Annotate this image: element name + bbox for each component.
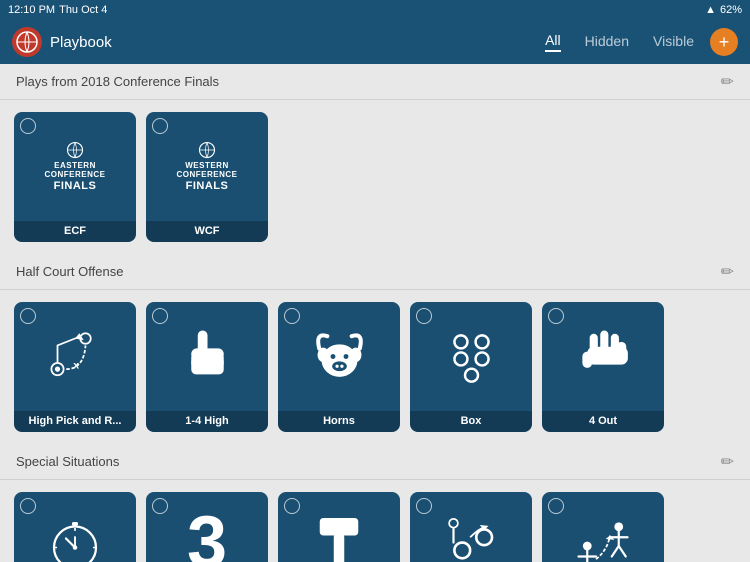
status-left: 12:10 PM Thu Oct 4 xyxy=(8,4,107,16)
status-bar: 12:10 PM Thu Oct 4 ▲ 62% xyxy=(0,0,750,20)
card-clock-checkbox[interactable] xyxy=(20,498,36,514)
nav-bar: Playbook All Hidden Visible + xyxy=(0,20,750,64)
card-4-out[interactable]: 4 Out xyxy=(542,302,664,432)
section-conference-finals-edit-icon[interactable]: ✏ xyxy=(721,72,734,92)
tab-visible[interactable]: Visible xyxy=(653,33,694,51)
content-area: Plays from 2018 Conference Finals ✏ EAST… xyxy=(0,64,750,562)
card-clock[interactable]: Last Second xyxy=(14,492,136,562)
card-1-4-high-checkbox[interactable] xyxy=(152,308,168,324)
section-half-court-title: Half Court Offense xyxy=(16,264,123,279)
status-date: Thu Oct 4 xyxy=(59,4,107,16)
card-1-4-high[interactable]: 1-4 High xyxy=(146,302,268,432)
signal-strength: 62% xyxy=(720,4,742,16)
card-oplay-checkbox[interactable] xyxy=(416,498,432,514)
card-1-4-high-label: 1-4 High xyxy=(146,411,268,432)
section-special-title: Special Situations xyxy=(16,454,119,469)
section-conference-finals-title: Plays from 2018 Conference Finals xyxy=(16,74,219,89)
card-oplay[interactable]: O-Play xyxy=(410,492,532,562)
tab-hidden[interactable]: Hidden xyxy=(585,33,629,51)
status-time: 12:10 PM xyxy=(8,4,55,16)
special-situations-cards: Last Second 3 3 T-Play xyxy=(0,480,750,562)
card-xplay[interactable]: X-Play xyxy=(542,492,664,562)
card-ecf-checkbox[interactable] xyxy=(20,118,36,134)
card-horns-checkbox[interactable] xyxy=(284,308,300,324)
card-tplay[interactable]: T-Play xyxy=(278,492,400,562)
wifi-icon: ▲ xyxy=(705,4,716,16)
card-xplay-checkbox[interactable] xyxy=(548,498,564,514)
section-half-court-header: Half Court Offense ✏ xyxy=(0,254,750,290)
card-box[interactable]: Box xyxy=(410,302,532,432)
app-logo xyxy=(12,27,42,57)
section-special-header: Special Situations ✏ xyxy=(0,444,750,480)
status-right: ▲ 62% xyxy=(705,4,742,16)
card-ecf-label: ECF xyxy=(14,221,136,242)
card-4-out-checkbox[interactable] xyxy=(548,308,564,324)
section-half-court-edit-icon[interactable]: ✏ xyxy=(721,262,734,282)
card-4-out-label: 4 Out xyxy=(542,411,664,432)
card-high-pick-checkbox[interactable] xyxy=(20,308,36,324)
card-horns[interactable]: Horns xyxy=(278,302,400,432)
number-3-display: 3 xyxy=(187,506,227,562)
tab-all[interactable]: All xyxy=(545,32,561,52)
card-high-pick[interactable]: x High Pick and R... xyxy=(14,302,136,432)
card-ecf[interactable]: EASTERNCONFERENCE FINALS ECF xyxy=(14,112,136,242)
card-number3[interactable]: 3 3 xyxy=(146,492,268,562)
card-box-label: Box xyxy=(410,411,532,432)
nav-tabs: All Hidden Visible xyxy=(545,32,694,52)
card-high-pick-label: High Pick and R... xyxy=(14,411,136,432)
svg-text:x: x xyxy=(73,360,79,372)
nav-title: Playbook xyxy=(50,34,545,51)
half-court-cards: x High Pick and R... 1-4 High xyxy=(0,290,750,444)
conference-finals-cards: EASTERNCONFERENCE FINALS ECF WESTERNCONF… xyxy=(0,100,750,254)
card-box-checkbox[interactable] xyxy=(416,308,432,324)
card-wcf[interactable]: WESTERNCONFERENCE FINALS WCF xyxy=(146,112,268,242)
card-horns-label: Horns xyxy=(278,411,400,432)
card-tplay-checkbox[interactable] xyxy=(284,498,300,514)
section-special-edit-icon[interactable]: ✏ xyxy=(721,452,734,472)
card-number3-checkbox[interactable] xyxy=(152,498,168,514)
section-conference-finals-header: Plays from 2018 Conference Finals ✏ xyxy=(0,64,750,100)
card-wcf-label: WCF xyxy=(146,221,268,242)
add-button[interactable]: + xyxy=(710,28,738,56)
card-wcf-checkbox[interactable] xyxy=(152,118,168,134)
